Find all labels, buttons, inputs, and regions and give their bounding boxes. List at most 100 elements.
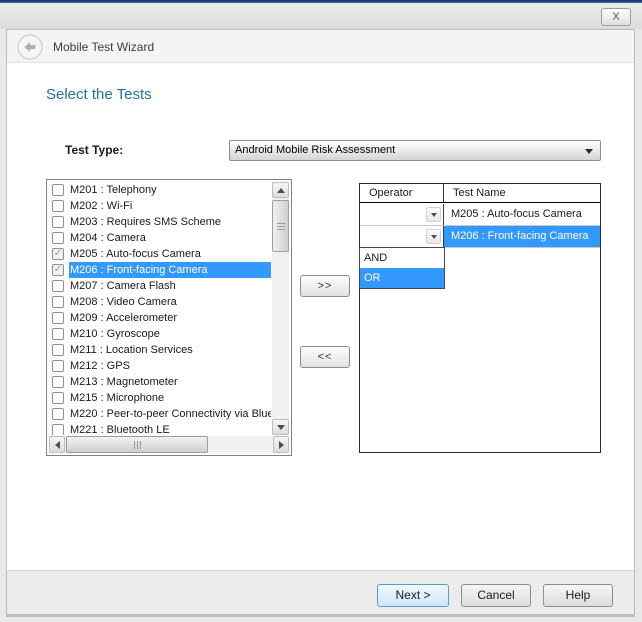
horizontal-scrollbar[interactable]	[49, 436, 289, 453]
operator-option[interactable]: AND	[360, 248, 444, 268]
operator-option[interactable]: OR	[360, 268, 444, 288]
add-tests-button[interactable]: >>	[300, 275, 350, 297]
selected-tests-rows: M205 : Auto-focus CameraM206 : Front-fac…	[360, 204, 600, 248]
checkbox-icon[interactable]	[52, 328, 64, 340]
back-button[interactable]	[17, 34, 43, 60]
checkbox-icon[interactable]	[52, 312, 64, 324]
scroll-left-button[interactable]	[49, 436, 65, 453]
arrow-down-icon	[277, 425, 285, 430]
thumb-grip-icon	[277, 223, 285, 230]
page-heading: Select the Tests	[46, 86, 152, 103]
checkbox-icon[interactable]	[52, 376, 64, 388]
test-list-item-label: M202 : Wi-Fi	[69, 198, 271, 214]
test-list-item-label: M211 : Location Services	[69, 342, 271, 358]
checkbox-icon[interactable]	[52, 424, 64, 435]
test-type-select[interactable]: Android Mobile Risk Assessment	[229, 140, 601, 161]
test-list-item-label: M203 : Requires SMS Scheme	[69, 214, 271, 230]
test-name-column-header: Test Name	[444, 184, 600, 202]
test-list-item-label: M204 : Camera	[69, 230, 271, 246]
test-list-item[interactable]: M201 : Telephony	[49, 182, 271, 198]
test-list-item[interactable]: M203 : Requires SMS Scheme	[49, 214, 271, 230]
vertical-scroll-thumb[interactable]	[272, 200, 289, 252]
checkbox-icon[interactable]	[52, 296, 64, 308]
vertical-scrollbar[interactable]	[272, 182, 289, 435]
help-button[interactable]: Help	[543, 584, 613, 607]
remove-tests-button[interactable]: <<	[300, 346, 350, 368]
operator-dropdown-button[interactable]	[426, 207, 441, 222]
available-tests-list: M201 : TelephonyM202 : Wi-FiM203 : Requi…	[46, 179, 292, 456]
test-list-item[interactable]: M221 : Bluetooth LE	[49, 422, 271, 435]
close-button[interactable]: X	[601, 8, 631, 26]
scroll-down-button[interactable]	[272, 419, 289, 435]
checkbox-icon[interactable]	[52, 392, 64, 404]
test-list-item-label: M210 : Gyroscope	[69, 326, 271, 342]
selected-tests-header: Operator Test Name	[360, 184, 600, 203]
test-list-item-label: M220 : Peer-to-peer Connectivity via Blu…	[69, 406, 271, 422]
chevron-down-icon	[431, 235, 437, 239]
operator-combo[interactable]	[360, 226, 444, 247]
selected-test-row: M206 : Front-facing Camera	[360, 226, 600, 248]
horizontal-scroll-thumb[interactable]	[66, 436, 208, 453]
test-list-item[interactable]: M212 : GPS	[49, 358, 271, 374]
test-list-item-label: M205 : Auto-focus Camera	[69, 246, 271, 262]
thumb-grip-icon	[134, 441, 141, 449]
test-list-item-label: M207 : Camera Flash	[69, 278, 271, 294]
checkbox-icon[interactable]	[52, 408, 64, 420]
selected-test-row: M205 : Auto-focus Camera	[360, 204, 600, 226]
test-type-value: Android Mobile Risk Assessment	[235, 144, 395, 156]
test-list-item[interactable]: M202 : Wi-Fi	[49, 198, 271, 214]
test-list-item[interactable]: M220 : Peer-to-peer Connectivity via Blu…	[49, 406, 271, 422]
checkbox-icon[interactable]	[52, 344, 64, 356]
checkbox-icon[interactable]	[52, 232, 64, 244]
checked-checkbox-icon[interactable]: ✓	[52, 264, 64, 276]
test-list-item-label: M215 : Microphone	[69, 390, 271, 406]
checkbox-icon[interactable]	[52, 184, 64, 196]
cancel-button[interactable]: Cancel	[461, 584, 531, 607]
checkbox-icon[interactable]	[52, 200, 64, 212]
mobile-test-wizard-dialog: Mobile Test Wizard Select the Tests Test…	[6, 29, 635, 615]
test-list-item[interactable]: ✓ M206 : Front-facing Camera	[49, 262, 271, 278]
wizard-header: Mobile Test Wizard	[7, 30, 634, 63]
operator-dropdown-button[interactable]	[426, 229, 441, 244]
test-list-item[interactable]: M215 : Microphone	[49, 390, 271, 406]
test-list-item[interactable]: M213 : Magnetometer	[49, 374, 271, 390]
test-list-item-label: M212 : GPS	[69, 358, 271, 374]
test-list-item-label: M221 : Bluetooth LE	[69, 422, 271, 435]
test-list-item-label: M209 : Accelerometer	[69, 310, 271, 326]
arrow-right-icon	[279, 441, 284, 449]
operator-combo[interactable]	[360, 204, 444, 225]
checkbox-icon[interactable]	[52, 216, 64, 228]
test-list-item[interactable]: ✓ M205 : Auto-focus Camera	[49, 246, 271, 262]
scroll-right-button[interactable]	[273, 436, 289, 453]
operator-column-header: Operator	[360, 184, 444, 202]
test-list-item[interactable]: M204 : Camera	[49, 230, 271, 246]
test-list-item-label: M206 : Front-facing Camera	[69, 262, 271, 278]
test-name-cell[interactable]: M206 : Front-facing Camera	[444, 226, 600, 247]
arrow-up-icon	[277, 188, 285, 193]
test-list-item[interactable]: M210 : Gyroscope	[49, 326, 271, 342]
checkbox-icon[interactable]	[52, 360, 64, 372]
test-type-label: Test Type:	[65, 143, 123, 157]
chevron-down-icon	[431, 213, 437, 217]
operator-dropdown: ANDOR	[359, 247, 445, 289]
test-list-item-label: M208 : Video Camera	[69, 294, 271, 310]
arrow-left-icon	[55, 441, 60, 449]
test-list-item[interactable]: M207 : Camera Flash	[49, 278, 271, 294]
scroll-up-button[interactable]	[272, 182, 289, 198]
test-list-item[interactable]: M208 : Video Camera	[49, 294, 271, 310]
test-list-item-label: M213 : Magnetometer	[69, 374, 271, 390]
back-arrow-icon	[17, 34, 43, 60]
checkbox-icon[interactable]	[52, 280, 64, 292]
test-name-cell[interactable]: M205 : Auto-focus Camera	[444, 204, 600, 225]
selected-tests-panel: Operator Test Name M205 : Auto-focus Cam…	[359, 183, 601, 453]
checked-checkbox-icon[interactable]: ✓	[52, 248, 64, 260]
chevron-down-icon	[585, 149, 593, 154]
wizard-title: Mobile Test Wizard	[53, 40, 154, 54]
next-button[interactable]: Next >	[377, 584, 449, 607]
test-list-item[interactable]: M209 : Accelerometer	[49, 310, 271, 326]
test-list-item[interactable]: M211 : Location Services	[49, 342, 271, 358]
footer-bar: Next > Cancel Help	[7, 570, 634, 614]
available-tests-rows: M201 : TelephonyM202 : Wi-FiM203 : Requi…	[49, 182, 271, 435]
test-list-item-label: M201 : Telephony	[69, 182, 271, 198]
titlebar: X	[0, 3, 642, 29]
